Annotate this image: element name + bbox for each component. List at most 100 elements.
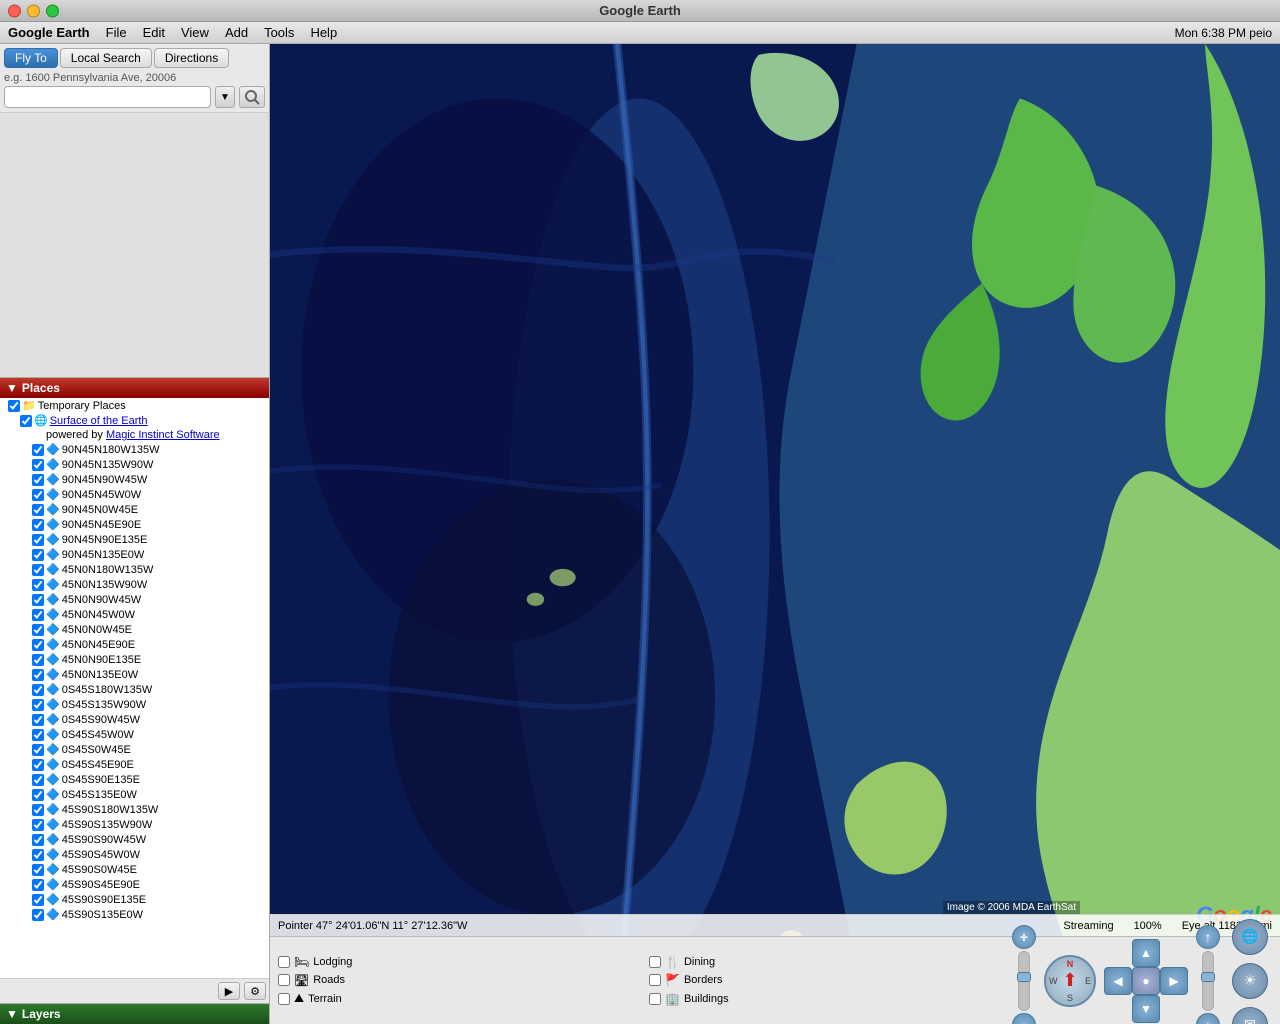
- tree-checkbox-34[interactable]: [32, 909, 44, 921]
- tree-item[interactable]: 🔷45N0N180W135W: [0, 562, 269, 577]
- map-area[interactable]: Image © 2006 MDA EarthSat Google Pointer…: [270, 44, 1280, 1024]
- tree-item[interactable]: 🔷0S45S45E90E: [0, 757, 269, 772]
- tilt-slider[interactable]: [1202, 951, 1214, 1011]
- close-button[interactable]: [8, 4, 21, 17]
- search-dropdown-button[interactable]: ▼: [215, 86, 235, 108]
- tree-checkbox-22[interactable]: [32, 729, 44, 741]
- tree-item[interactable]: 🔷90N45N180W135W: [0, 442, 269, 457]
- tree-item[interactable]: 🔷45S90S135W90W: [0, 817, 269, 832]
- tree-item[interactable]: 🔷45N0N90E135E: [0, 652, 269, 667]
- tree-checkbox-28[interactable]: [32, 819, 44, 831]
- tree-checkbox-14[interactable]: [32, 609, 44, 621]
- tab-local-search[interactable]: Local Search: [60, 48, 152, 68]
- tree-checkbox-23[interactable]: [32, 744, 44, 756]
- tree-item[interactable]: 🔷90N45N90W45W: [0, 472, 269, 487]
- zoom-in-button[interactable]: +: [1012, 925, 1036, 949]
- layer-buildings-checkbox[interactable]: [649, 993, 661, 1005]
- tree-checkbox-19[interactable]: [32, 684, 44, 696]
- tree-checkbox-25[interactable]: [32, 774, 44, 786]
- nav-down-button[interactable]: ▼: [1132, 995, 1160, 1023]
- tree-item[interactable]: 🔷90N45N45E90E: [0, 517, 269, 532]
- tree-item[interactable]: 🔷90N45N90E135E: [0, 532, 269, 547]
- nav-up-button[interactable]: ▲: [1132, 939, 1160, 967]
- tree-checkbox-12[interactable]: [32, 579, 44, 591]
- tree-item[interactable]: 🔷0S45S180W135W: [0, 682, 269, 697]
- menu-file[interactable]: File: [106, 25, 127, 40]
- tree-checkbox-5[interactable]: [32, 474, 44, 486]
- tree-checkbox-27[interactable]: [32, 804, 44, 816]
- tab-fly-to[interactable]: Fly To: [4, 48, 58, 68]
- nav-left-button[interactable]: ◀: [1104, 967, 1132, 995]
- tree-item[interactable]: 🔷45S90S45W0W: [0, 847, 269, 862]
- tree-checkbox-3[interactable]: [32, 444, 44, 456]
- places-tree[interactable]: 📁Temporary Places🌐Surface of the Earthpo…: [0, 398, 269, 978]
- tree-item[interactable]: 🔷0S45S45W0W: [0, 727, 269, 742]
- tree-item[interactable]: 🌐Surface of the Earth: [0, 413, 269, 428]
- tree-checkbox-10[interactable]: [32, 549, 44, 561]
- places-header[interactable]: ▼ Places: [0, 378, 269, 398]
- tree-item[interactable]: 🔷0S45S0W45E: [0, 742, 269, 757]
- nav-right-button[interactable]: ▶: [1160, 967, 1188, 995]
- layer-lodging-checkbox[interactable]: [278, 956, 290, 968]
- tree-checkbox-18[interactable]: [32, 669, 44, 681]
- tree-item[interactable]: 🔷0S45S135W90W: [0, 697, 269, 712]
- tree-item[interactable]: powered by Magic Instinct Software: [0, 428, 269, 442]
- tree-item[interactable]: 🔷45S90S90W45W: [0, 832, 269, 847]
- tree-item[interactable]: 🔷45N0N90W45W: [0, 592, 269, 607]
- menu-add[interactable]: Add: [225, 25, 248, 40]
- tree-play-button[interactable]: ▶: [218, 982, 240, 1000]
- app-name[interactable]: Google Earth: [8, 25, 90, 40]
- tree-checkbox-13[interactable]: [32, 594, 44, 606]
- layer-borders-checkbox[interactable]: [649, 974, 661, 986]
- tab-directions[interactable]: Directions: [154, 48, 229, 68]
- globe-button[interactable]: 🌐: [1232, 919, 1268, 955]
- compass[interactable]: N S E W ⬆: [1044, 955, 1096, 1007]
- sun-button[interactable]: ☀: [1232, 963, 1268, 999]
- tree-item[interactable]: 🔷0S45S90W45W: [0, 712, 269, 727]
- tree-item[interactable]: 🔷45N0N0W45E: [0, 622, 269, 637]
- search-go-button[interactable]: [239, 86, 265, 108]
- tilt-down-button[interactable]: ↓: [1196, 1013, 1220, 1024]
- layer-roads-checkbox[interactable]: [278, 974, 290, 986]
- tree-checkbox-33[interactable]: [32, 894, 44, 906]
- tree-link[interactable]: Surface of the Earth: [50, 415, 148, 427]
- nav-center-button[interactable]: ●: [1132, 967, 1160, 995]
- mail-button[interactable]: ✉: [1232, 1007, 1268, 1024]
- tilt-up-button[interactable]: ↑: [1196, 925, 1220, 949]
- tree-item[interactable]: 🔷45S90S0W45E: [0, 862, 269, 877]
- tree-checkbox-21[interactable]: [32, 714, 44, 726]
- tree-checkbox-17[interactable]: [32, 654, 44, 666]
- tree-item[interactable]: 🔷45S90S180W135W: [0, 802, 269, 817]
- tree-checkbox-31[interactable]: [32, 864, 44, 876]
- tree-item[interactable]: 🔷90N45N0W45E: [0, 502, 269, 517]
- menu-edit[interactable]: Edit: [143, 25, 165, 40]
- tree-checkbox-16[interactable]: [32, 639, 44, 651]
- tree-checkbox-30[interactable]: [32, 849, 44, 861]
- layer-terrain-checkbox[interactable]: [278, 993, 290, 1005]
- tree-item[interactable]: 🔷45S90S135E0W: [0, 907, 269, 922]
- menu-view[interactable]: View: [181, 25, 209, 40]
- zoom-out-button[interactable]: −: [1012, 1013, 1036, 1024]
- tree-item[interactable]: 🔷45N0N45W0W: [0, 607, 269, 622]
- tree-settings-button[interactable]: ⚙: [244, 982, 266, 1000]
- layers-header[interactable]: ▼ Layers: [0, 1004, 269, 1024]
- tree-item[interactable]: 🔷90N45N45W0W: [0, 487, 269, 502]
- tree-item[interactable]: 🔷45S90S45E90E: [0, 877, 269, 892]
- tree-checkbox-20[interactable]: [32, 699, 44, 711]
- tree-checkbox-7[interactable]: [32, 504, 44, 516]
- tree-item[interactable]: 🔷45N0N135W90W: [0, 577, 269, 592]
- tree-checkbox-15[interactable]: [32, 624, 44, 636]
- search-input[interactable]: [4, 86, 211, 108]
- menu-tools[interactable]: Tools: [264, 25, 294, 40]
- tree-checkbox-24[interactable]: [32, 759, 44, 771]
- zoom-slider[interactable]: [1018, 951, 1030, 1011]
- minimize-button[interactable]: [27, 4, 40, 17]
- tree-checkbox-11[interactable]: [32, 564, 44, 576]
- tree-checkbox-6[interactable]: [32, 489, 44, 501]
- tree-item[interactable]: 🔷0S45S135E0W: [0, 787, 269, 802]
- tree-item[interactable]: 🔷45S90S90E135E: [0, 892, 269, 907]
- tree-checkbox-9[interactable]: [32, 534, 44, 546]
- tree-checkbox-4[interactable]: [32, 459, 44, 471]
- tree-checkbox-29[interactable]: [32, 834, 44, 846]
- magic-instinct-link[interactable]: Magic Instinct Software: [106, 429, 220, 441]
